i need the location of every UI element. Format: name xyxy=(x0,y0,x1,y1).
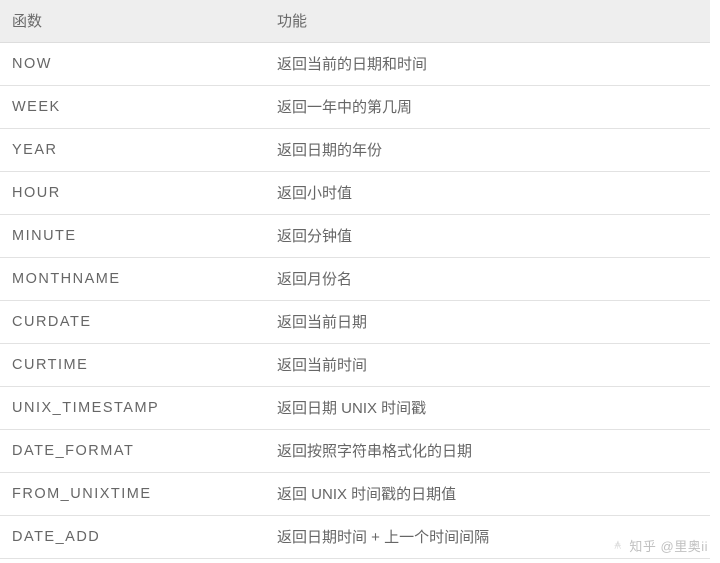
fn-desc: 返回按照字符串格式化的日期 xyxy=(265,430,710,473)
fn-name: CURDATE xyxy=(0,301,265,344)
fn-desc: 返回一年中的第几周 xyxy=(265,86,710,129)
col-header-desc: 功能 xyxy=(265,0,710,43)
fn-name: NOW xyxy=(0,43,265,86)
fn-name: DATEDIFF xyxy=(0,559,265,563)
fn-desc: 返回小时值 xyxy=(265,172,710,215)
table-row: DATE_FORMAT返回按照字符串格式化的日期 xyxy=(0,430,710,473)
fn-name: MONTHNAME xyxy=(0,258,265,301)
table-row: UNIX_TIMESTAMP返回日期 UNIX 时间戳 xyxy=(0,387,710,430)
fn-name: CURTIME xyxy=(0,344,265,387)
fn-desc: 返回日期的年份 xyxy=(265,129,710,172)
table-row: MONTHNAME返回月份名 xyxy=(0,258,710,301)
col-header-fn: 函数 xyxy=(0,0,265,43)
table-row: MINUTE返回分钟值 xyxy=(0,215,710,258)
fn-desc: 返回起始时间和结束时间之间的天数 xyxy=(265,559,710,563)
table-row: HOUR返回小时值 xyxy=(0,172,710,215)
table-header-row: 函数 功能 xyxy=(0,0,710,43)
fn-desc: 返回当前日期 xyxy=(265,301,710,344)
fn-name: HOUR xyxy=(0,172,265,215)
fn-desc: 返回日期 UNIX 时间戳 xyxy=(265,387,710,430)
fn-desc: 返回当前的日期和时间 xyxy=(265,43,710,86)
fn-name: WEEK xyxy=(0,86,265,129)
fn-desc: 返回月份名 xyxy=(265,258,710,301)
functions-table: 函数 功能 NOW返回当前的日期和时间WEEK返回一年中的第几周YEAR返回日期… xyxy=(0,0,710,563)
table-row: DATEDIFF返回起始时间和结束时间之间的天数 xyxy=(0,559,710,563)
fn-desc: 返回 UNIX 时间戳的日期值 xyxy=(265,473,710,516)
fn-name: DATE_FORMAT xyxy=(0,430,265,473)
fn-desc: 返回当前时间 xyxy=(265,344,710,387)
fn-desc: 返回分钟值 xyxy=(265,215,710,258)
fn-name: YEAR xyxy=(0,129,265,172)
table-row: CURDATE返回当前日期 xyxy=(0,301,710,344)
fn-name: DATE_ADD xyxy=(0,516,265,559)
fn-name: FROM_UNIXTIME xyxy=(0,473,265,516)
table-row: DATE_ADD返回日期时间 + 上一个时间间隔 xyxy=(0,516,710,559)
fn-name: MINUTE xyxy=(0,215,265,258)
table-row: NOW返回当前的日期和时间 xyxy=(0,43,710,86)
table-row: YEAR返回日期的年份 xyxy=(0,129,710,172)
fn-name: UNIX_TIMESTAMP xyxy=(0,387,265,430)
table-row: WEEK返回一年中的第几周 xyxy=(0,86,710,129)
table-row: FROM_UNIXTIME返回 UNIX 时间戳的日期值 xyxy=(0,473,710,516)
table-row: CURTIME返回当前时间 xyxy=(0,344,710,387)
fn-desc: 返回日期时间 + 上一个时间间隔 xyxy=(265,516,710,559)
